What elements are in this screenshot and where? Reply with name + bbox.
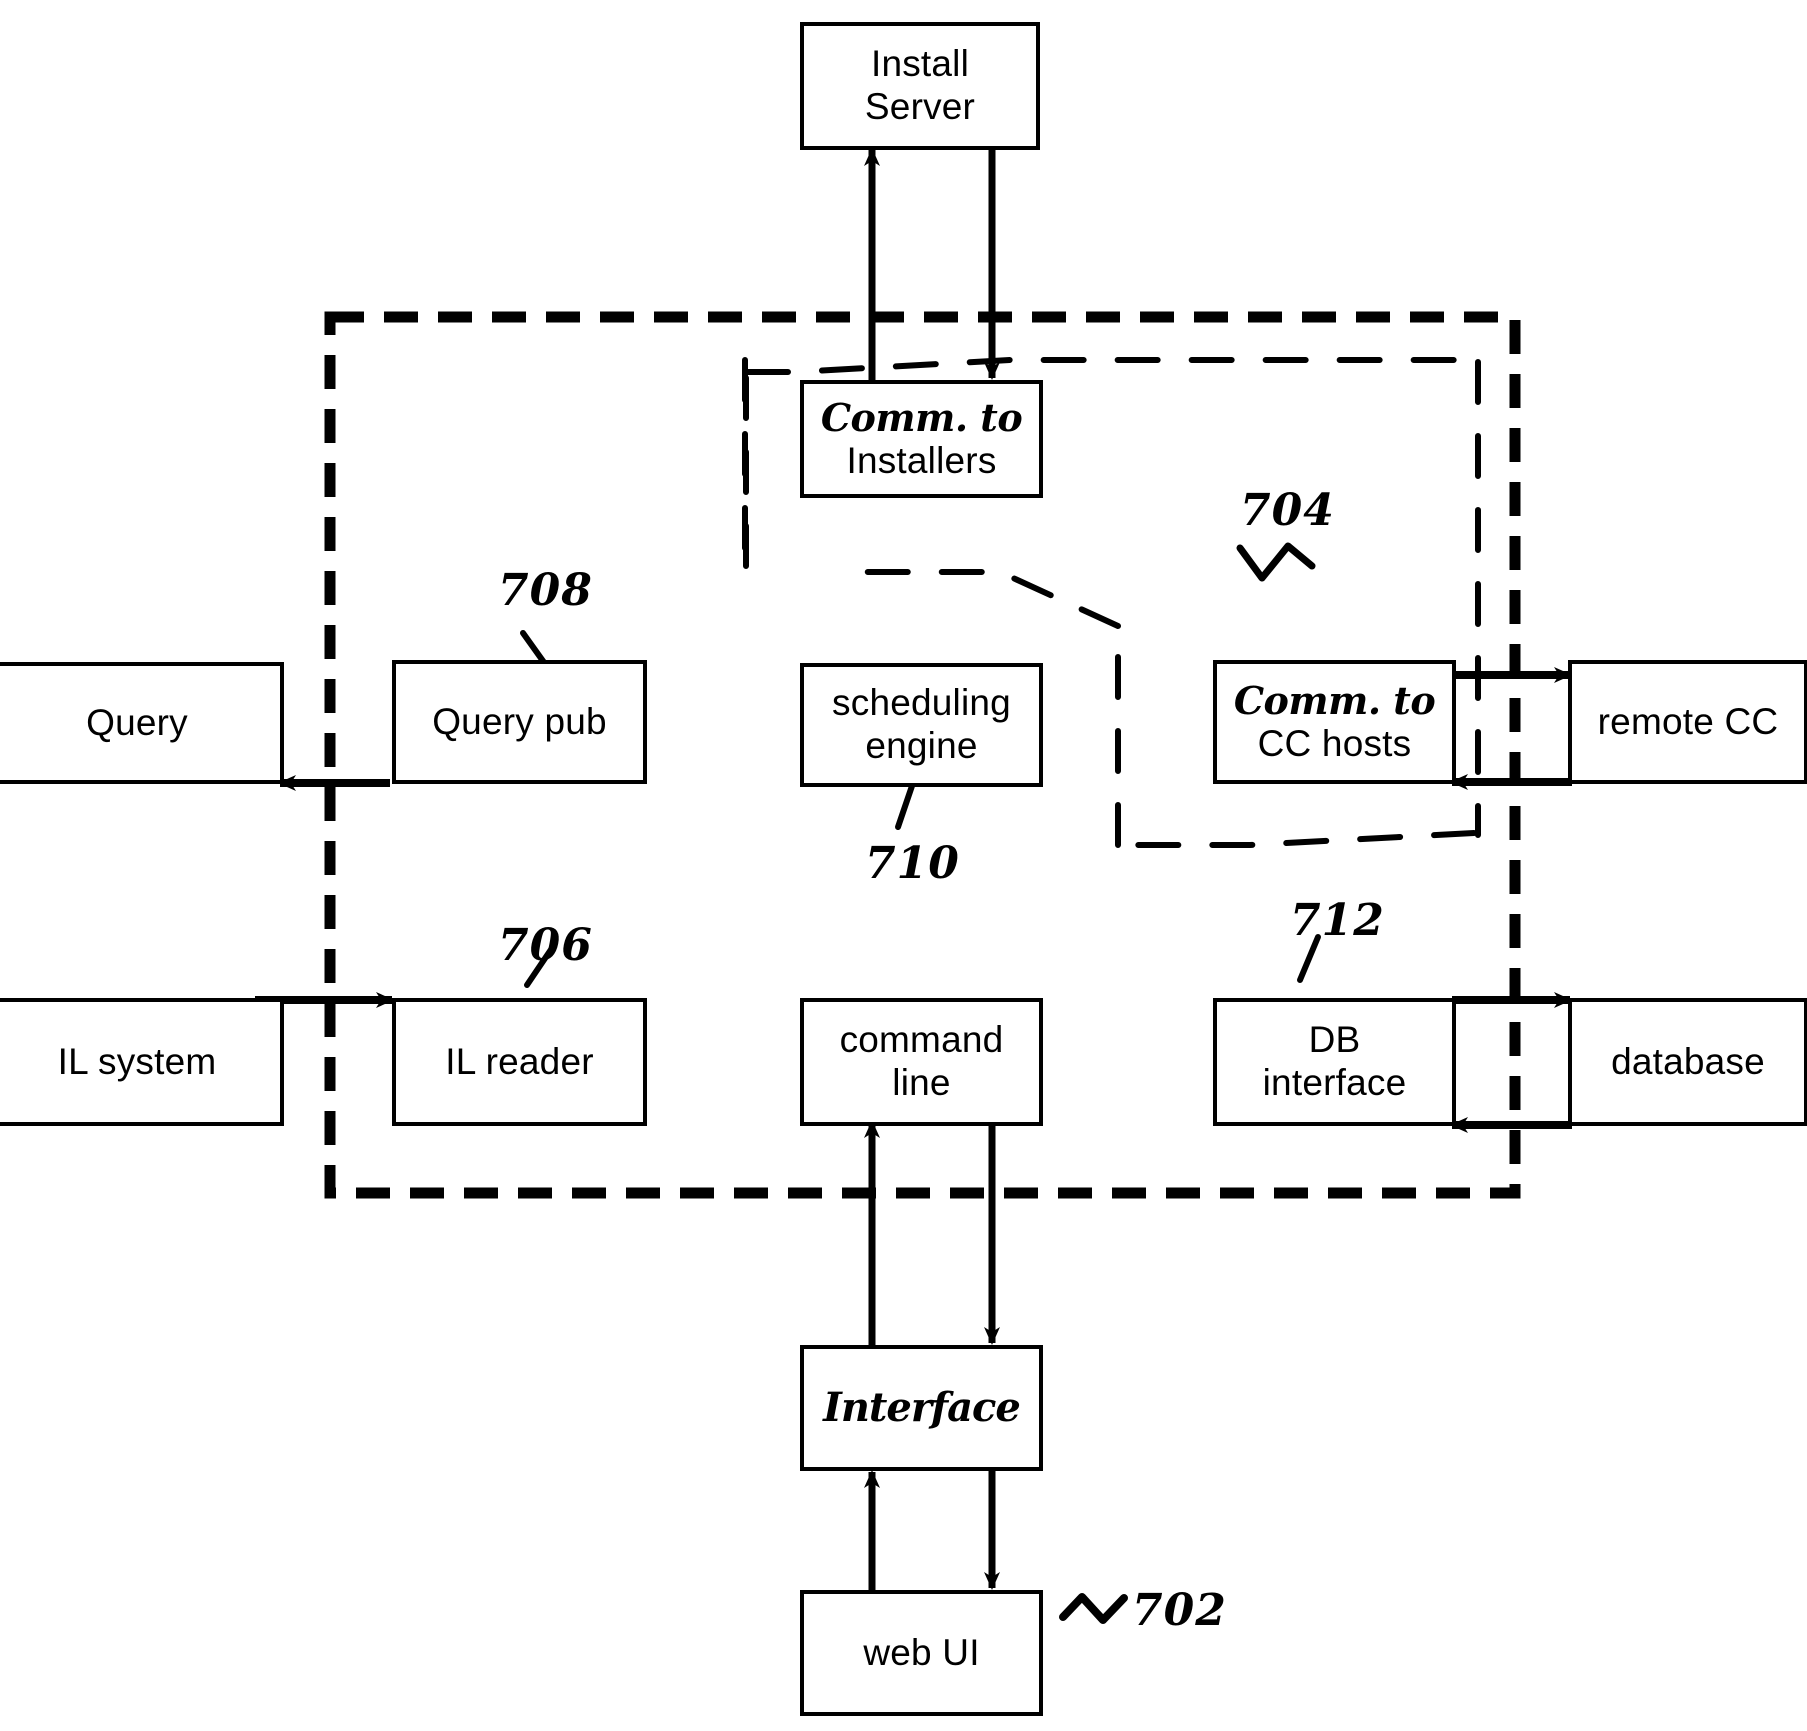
- box-install-server-label: Install Server: [864, 43, 976, 127]
- box-comm-to-cc-hosts[interactable]: Comm. to CC hosts: [1213, 660, 1456, 784]
- box-web-ui[interactable]: web UI: [800, 1590, 1043, 1716]
- box-remote-cc[interactable]: remote CC: [1568, 660, 1807, 784]
- box-web-ui-label: web UI: [863, 1632, 980, 1674]
- box-database-label: database: [1611, 1041, 1765, 1083]
- box-comm-to-cc-hosts-label: Comm. to CC hosts: [1233, 677, 1436, 764]
- box-interface[interactable]: Interface: [800, 1345, 1043, 1471]
- box-comm-to-installers-label: Comm. to Installers: [820, 394, 1023, 481]
- box-db-interface-label: DB interface: [1262, 1019, 1407, 1103]
- box-il-reader[interactable]: IL reader: [392, 998, 647, 1126]
- box-scheduling-engine-label: scheduling engine: [832, 682, 1011, 766]
- ref-numeral-710: 710: [865, 838, 960, 889]
- ref-numeral-702: 702: [1132, 1585, 1227, 1636]
- box-remote-cc-label: remote CC: [1597, 701, 1779, 743]
- box-il-system-label: IL system: [57, 1041, 217, 1082]
- ref-numeral-708: 708: [498, 565, 593, 616]
- box-command-line[interactable]: command line: [800, 998, 1043, 1126]
- box-db-interface[interactable]: DB interface: [1213, 998, 1456, 1126]
- tilde-704: [1236, 542, 1316, 582]
- box-database[interactable]: database: [1568, 998, 1807, 1126]
- box-scheduling-engine[interactable]: scheduling engine: [800, 663, 1043, 787]
- box-il-system[interactable]: IL system: [0, 998, 284, 1126]
- box-query-pub-label: Query pub: [432, 701, 607, 743]
- box-install-server[interactable]: Install Server: [800, 22, 1040, 150]
- box-query[interactable]: Query: [0, 662, 284, 784]
- ref-numeral-706: 706: [498, 920, 593, 971]
- leader-710: [895, 780, 916, 830]
- box-query-label: Query: [86, 702, 188, 743]
- ref-numeral-704: 704: [1240, 485, 1335, 536]
- box-command-line-label: command line: [839, 1019, 1004, 1103]
- box-il-reader-label: IL reader: [445, 1041, 594, 1083]
- ref-numeral-712: 712: [1290, 895, 1385, 946]
- box-interface-label: Interface: [823, 1384, 1021, 1432]
- box-query-pub[interactable]: Query pub: [392, 660, 647, 784]
- diagram-canvas: Install Server Comm. to Installers Query…: [0, 0, 1807, 1731]
- box-comm-to-installers[interactable]: Comm. to Installers: [800, 380, 1043, 498]
- tilde-702: [1059, 1593, 1128, 1624]
- inner-dashed-region-mid: [857, 569, 1121, 629]
